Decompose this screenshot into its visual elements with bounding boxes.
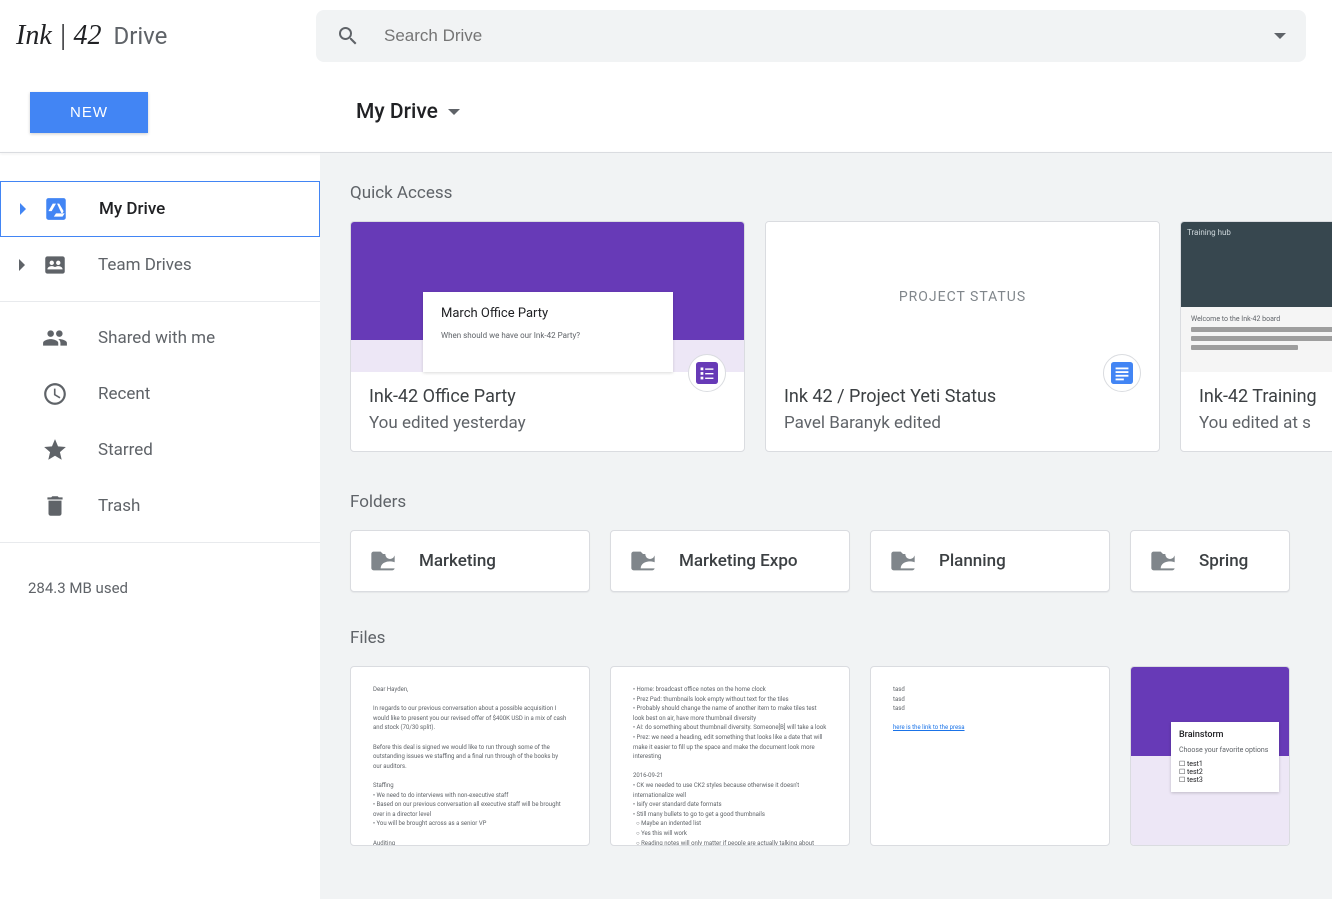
- file-card[interactable]: Dear Hayden, In regards to our previous …: [350, 666, 590, 846]
- folder-card[interactable]: Marketing: [350, 530, 590, 592]
- quick-access-card[interactable]: Training hub Welcome to the Ink-42 board…: [1180, 221, 1332, 452]
- preview-title: March Office Party: [441, 306, 655, 321]
- trash-icon: [40, 491, 70, 521]
- qa-subtitle: You edited yesterday: [369, 413, 726, 433]
- file-type-badge: [688, 354, 726, 392]
- quick-access-row: March Office Party When should we have o…: [350, 221, 1332, 452]
- folder-card[interactable]: Spring: [1130, 530, 1290, 592]
- logo-area: Ink | 42 Drive: [16, 20, 316, 52]
- folder-name: Spring: [1199, 551, 1248, 571]
- app-header: Ink | 42 Drive: [0, 0, 1332, 72]
- sidebar-item-label: Recent: [98, 384, 150, 404]
- folders-row: Marketing Marketing Expo Planning: [350, 530, 1332, 592]
- drive-icon: [41, 194, 71, 224]
- expand-icon[interactable]: [20, 203, 26, 215]
- search-icon: [336, 24, 360, 48]
- search-bar[interactable]: [316, 10, 1306, 62]
- file-card[interactable]: Brainstorm Choose your favorite options …: [1130, 666, 1290, 846]
- folder-name: Planning: [939, 551, 1006, 571]
- qa-preview: March Office Party When should we have o…: [351, 222, 744, 372]
- sidebar-item-recent[interactable]: Recent: [0, 366, 320, 422]
- file-preview: Dear Hayden, In regards to our previous …: [351, 667, 589, 845]
- preview-subtitle: When should we have our Ink-42 Party?: [441, 331, 655, 340]
- sidebar-item-label: Starred: [98, 440, 153, 460]
- folder-card[interactable]: Marketing Expo: [610, 530, 850, 592]
- sidebar-item-label: My Drive: [99, 199, 165, 219]
- brand-logo: Ink | 42: [16, 20, 101, 52]
- shared-folder-icon: [629, 547, 657, 575]
- expand-icon[interactable]: [19, 259, 25, 271]
- quick-access-card[interactable]: PROJECT STATUS Ink 42 / Project Yeti Sta…: [765, 221, 1160, 452]
- main-content: Quick Access March Office Party When sho…: [320, 153, 1332, 899]
- file-card[interactable]: • Home: broadcast office notes on the ho…: [610, 666, 850, 846]
- sidebar-separator: [0, 301, 320, 302]
- sidebar-item-label: Shared with me: [98, 328, 215, 348]
- preview-title: Welcome to the Ink-42 board: [1191, 315, 1332, 323]
- star-icon: [40, 435, 70, 465]
- file-preview: tasdtasdtasd here is the link to the pre…: [871, 667, 1109, 845]
- qa-title: Ink-42 Training: [1199, 386, 1332, 407]
- people-icon: [40, 323, 70, 353]
- sidebar-item-starred[interactable]: Starred: [0, 422, 320, 478]
- subheader: NEW My Drive: [0, 72, 1332, 152]
- sidebar-item-trash[interactable]: Trash: [0, 478, 320, 534]
- folder-card[interactable]: Planning: [870, 530, 1110, 592]
- sidebar-item-my-drive[interactable]: My Drive: [0, 181, 320, 237]
- forms-icon: [696, 362, 718, 384]
- section-title-folders: Folders: [350, 492, 1332, 512]
- clock-icon: [40, 379, 70, 409]
- sidebar-item-team-drives[interactable]: Team Drives: [0, 237, 320, 293]
- search-options-dropdown-icon[interactable]: [1274, 33, 1286, 39]
- file-preview-title: Brainstorm: [1179, 730, 1271, 740]
- qa-subtitle: You edited at s: [1199, 413, 1332, 433]
- sidebar-item-label: Trash: [98, 496, 140, 516]
- breadcrumb-current: My Drive: [356, 100, 438, 124]
- chevron-down-icon: [448, 109, 460, 115]
- shared-folder-icon: [1149, 547, 1177, 575]
- folder-name: Marketing: [419, 551, 496, 571]
- docs-icon: [1111, 362, 1133, 384]
- section-title-quick-access: Quick Access: [350, 183, 1332, 203]
- new-button[interactable]: NEW: [30, 92, 148, 133]
- sidebar: My Drive Team Drives Shared with me Rece…: [0, 153, 320, 899]
- file-preview: • Home: broadcast office notes on the ho…: [611, 667, 849, 845]
- qa-preview: Training hub Welcome to the Ink-42 board: [1181, 222, 1332, 372]
- folder-name: Marketing Expo: [679, 551, 798, 571]
- preview-title: PROJECT STATUS: [899, 289, 1026, 305]
- quick-access-card[interactable]: March Office Party When should we have o…: [350, 221, 745, 452]
- search-input[interactable]: [384, 26, 1274, 46]
- sidebar-item-shared[interactable]: Shared with me: [0, 310, 320, 366]
- file-type-badge: [1103, 354, 1141, 392]
- shared-folder-icon: [889, 547, 917, 575]
- qa-preview: PROJECT STATUS: [766, 222, 1159, 372]
- qa-subtitle: Pavel Baranyk edited: [784, 413, 1141, 433]
- section-title-files: Files: [350, 628, 1332, 648]
- storage-usage: 284.3 MB used: [0, 551, 320, 597]
- app-name: Drive: [113, 22, 167, 50]
- file-card[interactable]: tasdtasdtasd here is the link to the pre…: [870, 666, 1110, 846]
- files-row: Dear Hayden, In regards to our previous …: [350, 666, 1332, 846]
- qa-title: Ink-42 Office Party: [369, 386, 726, 407]
- qa-title: Ink 42 / Project Yeti Status: [784, 386, 1141, 407]
- sidebar-separator: [0, 542, 320, 543]
- shared-folder-icon: [369, 547, 397, 575]
- breadcrumb[interactable]: My Drive: [356, 100, 460, 124]
- sidebar-item-label: Team Drives: [98, 255, 192, 275]
- team-drives-icon: [40, 250, 70, 280]
